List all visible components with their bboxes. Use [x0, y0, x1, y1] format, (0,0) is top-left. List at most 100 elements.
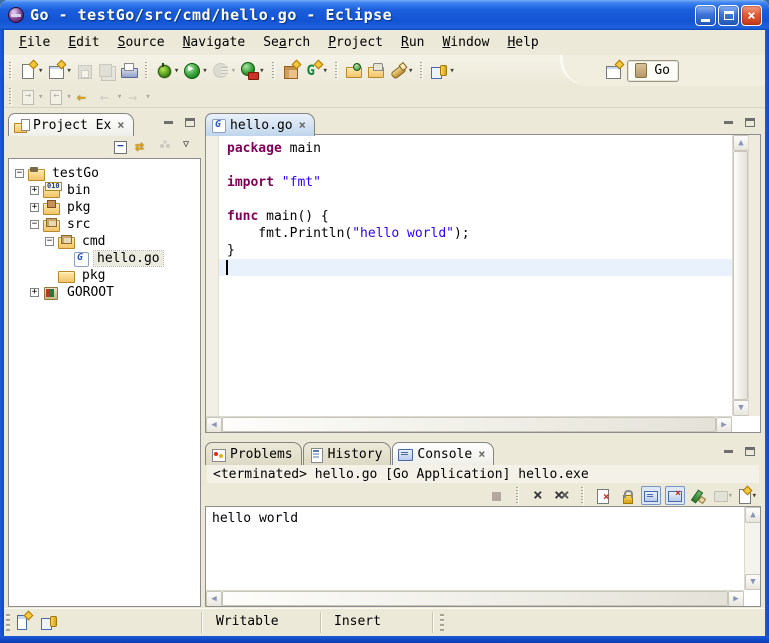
close-icon[interactable]: × [478, 447, 485, 461]
maximize-view-button[interactable] [742, 444, 757, 458]
console-horizontal-scrollbar[interactable]: ◀ ▶ [206, 590, 744, 606]
code-line-5[interactable]: func main() { [219, 208, 732, 225]
collapse-icon[interactable]: − [30, 220, 39, 229]
menu-edit[interactable]: Edit [59, 33, 108, 52]
tab-history[interactable]: History [303, 442, 392, 465]
menu-run[interactable]: Run [392, 33, 433, 52]
collapse-icon[interactable]: − [15, 169, 24, 178]
show-stderr-button[interactable] [665, 486, 685, 505]
menu-project[interactable]: Project [319, 33, 392, 52]
scroll-left-icon[interactable]: ◀ [206, 591, 222, 607]
tree-item-bin[interactable]: +bin [9, 182, 200, 199]
menu-window[interactable]: Window [433, 33, 498, 52]
maximize-view-button[interactable] [742, 115, 757, 129]
tree-item-goroot[interactable]: +GOROOT [9, 284, 200, 301]
close-icon[interactable]: × [299, 118, 306, 132]
maximize-view-button[interactable] [182, 115, 197, 129]
title-bar[interactable]: Go - testGo/src/cmd/hello.go - Eclipse × [0, 0, 769, 30]
menu-file[interactable]: File [10, 33, 59, 52]
collapse-all-button[interactable] [110, 137, 130, 156]
editor-horizontal-scrollbar[interactable]: ◀ ▶ [206, 416, 732, 432]
editor-overview-ruler[interactable] [748, 135, 760, 416]
toolbar-print-button[interactable] [118, 61, 140, 81]
scrollbar-thumb[interactable] [222, 417, 716, 432]
chevron-down-icon[interactable]: ▾ [202, 66, 207, 76]
view-menu-button[interactable] [179, 137, 199, 156]
menu-search[interactable]: Search [254, 33, 319, 52]
scroll-up-icon[interactable]: ▲ [745, 507, 761, 523]
minimize-view-button[interactable] [721, 444, 736, 458]
tab-project-explorer[interactable]: Project Ex × [8, 113, 134, 136]
toolbar-open-type-button[interactable] [343, 61, 365, 81]
toolbar-new-project-button[interactable] [280, 61, 302, 81]
toolbar-ext-tools-button[interactable]: ▾ [238, 61, 266, 81]
chevron-down-icon[interactable]: ▾ [259, 66, 264, 76]
chevron-down-icon[interactable]: ▾ [38, 92, 43, 102]
tree-item-testgo[interactable]: −testGo [9, 165, 200, 182]
scroll-down-icon[interactable]: ▼ [733, 400, 749, 416]
chevron-down-icon[interactable]: ▾ [174, 66, 179, 76]
scroll-left-icon[interactable]: ◀ [206, 417, 222, 433]
scrollbar-thumb[interactable] [733, 151, 748, 400]
scrollbar-thumb[interactable] [222, 591, 728, 606]
go-perspective-button[interactable]: Go [627, 60, 679, 82]
close-icon[interactable]: × [117, 118, 124, 132]
menu-help[interactable]: Help [498, 33, 547, 52]
tree-item-pkg[interactable]: pkg [9, 267, 200, 284]
chevron-down-icon[interactable]: ▾ [66, 92, 71, 102]
tree-item-pkg[interactable]: +pkg [9, 199, 200, 216]
code-line-7[interactable]: } [219, 242, 732, 259]
scroll-right-icon[interactable]: ▶ [728, 591, 744, 607]
remove-all-button[interactable] [552, 486, 572, 505]
chevron-down-icon[interactable]: ▾ [323, 66, 328, 76]
show-stdout-button[interactable] [641, 486, 661, 505]
code-line-1[interactable]: package main [219, 140, 732, 157]
expand-icon[interactable]: + [30, 288, 39, 297]
minimize-view-button[interactable] [161, 115, 176, 129]
open-perspective-button[interactable] [603, 61, 623, 80]
scroll-down-icon[interactable]: ▼ [745, 574, 761, 590]
toolbar-new-go-button[interactable]: ▾ [302, 61, 330, 81]
tab-console[interactable]: Console× [392, 442, 494, 465]
toolbar-new-wizard-button[interactable]: ▾ [17, 61, 45, 81]
editor-marker-ruler[interactable] [206, 135, 219, 416]
toolbar-debug-button[interactable]: ▾ [153, 61, 181, 81]
menu-source[interactable]: Source [109, 33, 174, 52]
chevron-down-icon[interactable]: ▾ [231, 66, 236, 76]
toolbar-new-element-button[interactable]: ▾ [45, 61, 73, 81]
code-line-8[interactable] [219, 259, 732, 276]
editor-vertical-scrollbar[interactable]: ▲ ▼ [732, 135, 748, 416]
tree-item-src[interactable]: −src [9, 216, 200, 233]
chevron-down-icon[interactable]: ▾ [752, 491, 757, 501]
tab-problems[interactable]: Problems [205, 442, 302, 465]
code-line-4[interactable] [219, 191, 732, 208]
toolbar-link-shortcut-button[interactable]: ▾ [428, 61, 456, 81]
chevron-down-icon[interactable]: ▾ [38, 66, 43, 76]
close-button[interactable]: × [741, 5, 762, 26]
new-console-button[interactable]: ▾ [737, 486, 757, 505]
code-line-6[interactable]: fmt.Println("hello world"); [219, 225, 732, 242]
menu-navigate[interactable]: Navigate [174, 33, 255, 52]
expand-icon[interactable]: + [30, 203, 39, 212]
remove-launch-button[interactable] [528, 486, 548, 505]
console-output[interactable]: hello world [206, 507, 744, 590]
chevron-down-icon[interactable]: ▾ [728, 491, 733, 501]
toolbar-last-edit-button[interactable] [74, 87, 96, 107]
console-vertical-scrollbar[interactable]: ▲ ▼ [744, 507, 760, 590]
minimize-view-button[interactable] [721, 115, 736, 129]
tree-item-cmd[interactable]: −cmd [9, 233, 200, 250]
code-line-2[interactable] [219, 157, 732, 174]
minimize-button[interactable] [695, 5, 716, 26]
shortcut-icon[interactable] [40, 613, 58, 631]
chevron-down-icon[interactable]: ▾ [117, 92, 122, 102]
chevron-down-icon[interactable]: ▾ [408, 66, 413, 76]
toolbar-run-button[interactable]: ▾ [181, 61, 209, 81]
scroll-up-icon[interactable]: ▲ [733, 135, 749, 151]
scroll-right-icon[interactable]: ▶ [716, 417, 732, 433]
code-area[interactable]: package main import "fmt" func main() { … [219, 135, 732, 416]
fast-view-icon[interactable] [14, 613, 32, 631]
pin-console-button[interactable] [689, 486, 709, 505]
tree-item-hello-go[interactable]: hello.go [9, 250, 200, 267]
collapse-icon[interactable]: − [45, 237, 54, 246]
expand-icon[interactable]: + [30, 186, 39, 195]
